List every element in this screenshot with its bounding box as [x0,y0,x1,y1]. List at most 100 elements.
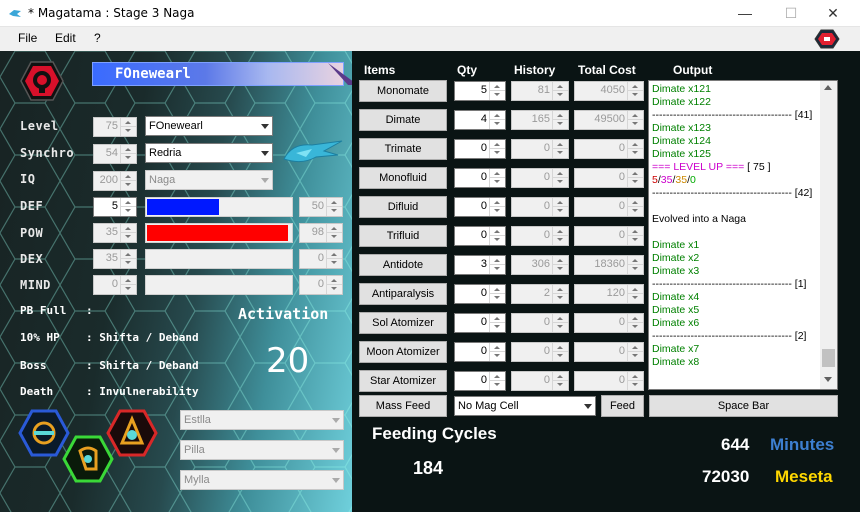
boss-trigger-label: Boss [20,359,47,372]
item-button[interactable]: Moon Atomizer [359,341,447,363]
space-bar-button[interactable]: Space Bar [649,395,838,417]
history-spinner[interactable]: 81 [511,81,569,101]
feed-button[interactable]: Feed [601,395,644,417]
section-id-select[interactable]: Redria [145,143,273,163]
output-line: ----------------------------------------… [652,109,813,121]
qty-spinner[interactable]: 4 [454,110,506,130]
qty-spinner[interactable]: 5 [454,81,506,101]
qty-spinner[interactable]: 0 [454,197,506,217]
def-progress-spinner[interactable]: 50 [299,197,343,217]
history-spinner[interactable]: 0 [511,313,569,333]
def-spinner[interactable]: 5 [93,197,137,217]
history-spinner[interactable]: 2 [511,284,569,304]
menu-bar: File Edit ? [0,27,860,51]
mag-type-select[interactable]: Naga [145,170,273,190]
history-spinner[interactable]: 306 [511,255,569,275]
history-spinner[interactable]: 0 [511,342,569,362]
dex-spinner[interactable]: 35 [93,249,137,269]
mind-spinner[interactable]: 0 [93,275,137,295]
total-cost-spinner[interactable]: 0 [574,226,644,246]
close-button[interactable]: ✕ [810,0,856,27]
item-button[interactable]: Monomate [359,80,447,102]
mag-cell-select[interactable]: No Mag Cell [454,396,596,416]
pow-progress-spinner[interactable]: 98 [299,223,343,243]
output-line: Dimate x8 [652,356,700,368]
history-spinner[interactable]: 0 [511,371,569,391]
feeding-cycles-value: 184 [413,458,444,478]
menu-file[interactable]: File [18,31,37,45]
output-log[interactable]: Dimate x121 Dimate x122 ------------------… [648,80,838,390]
synchro-spinner[interactable]: 54 [93,144,137,164]
qty-spinner[interactable]: 0 [454,371,506,391]
total-cost-spinner[interactable]: 0 [574,168,644,188]
minimize-button[interactable]: — [722,0,768,27]
menu-help[interactable]: ? [94,31,101,45]
total-cost-spinner[interactable]: 0 [574,342,644,362]
level-label: Level [20,119,59,133]
qty-spinner[interactable]: 3 [454,255,506,275]
level-spinner[interactable]: 75 [93,117,137,137]
mag-panel: FOnewearl Level 75 FOnewearl Synchro 54 … [0,51,352,512]
item-button[interactable]: Trimate [359,138,447,160]
item-button[interactable]: Dimate [359,109,447,131]
pb-slot-2-select[interactable]: Pilla [180,440,344,460]
chevron-down-icon [261,151,269,156]
item-button[interactable]: Star Atomizer [359,370,447,392]
activation-value: 20 [266,341,310,381]
qty-spinner[interactable]: 0 [454,168,506,188]
pb-slot-1-select[interactable]: Estlla [180,410,344,430]
menu-edit[interactable]: Edit [55,31,76,45]
minutes-value: 644 [721,435,750,454]
mass-feed-button[interactable]: Mass Feed [359,395,447,417]
item-button[interactable]: Trifluid [359,225,447,247]
qty-spinner[interactable]: 0 [454,313,506,333]
history-spinner[interactable]: 0 [511,139,569,159]
pow-spinner[interactable]: 35 [93,223,137,243]
total-cost-spinner[interactable]: 0 [574,313,644,333]
pb-slot-3-select[interactable]: Mylla [180,470,344,490]
stat-part: 35 [660,174,673,186]
qty-spinner[interactable]: 0 [454,284,506,304]
output-scrollbar[interactable] [820,81,837,389]
total-cost-spinner[interactable]: 0 [574,139,644,159]
iq-spinner[interactable]: 200 [93,171,137,191]
app-emblem-icon [814,29,840,49]
output-line: === LEVEL UP === [ 75 ] [652,161,771,173]
title-bar: * Magatama : Stage 3 Naga — ☐ ✕ [0,0,860,27]
mind-label: MIND [20,278,51,292]
history-spinner[interactable]: 165 [511,110,569,130]
hp-trigger-label: 10% HP [20,331,60,344]
photon-blast-icons [18,409,158,483]
mag-name-select[interactable]: FOnewearl [145,116,273,136]
total-cost-spinner[interactable]: 4050 [574,81,644,101]
mind-progress-bar [145,275,293,295]
dex-progress-spinner[interactable]: 0 [299,249,343,269]
mag-creature-icon [283,140,343,163]
mind-progress-spinner[interactable]: 0 [299,275,343,295]
chevron-down-icon [332,478,340,483]
item-button[interactable]: Sol Atomizer [359,312,447,334]
total-cost-spinner[interactable]: 0 [574,371,644,391]
history-header: History [514,63,556,77]
total-cost-spinner[interactable]: 0 [574,197,644,217]
scroll-up-icon[interactable] [824,85,832,90]
qty-spinner[interactable]: 0 [454,226,506,246]
output-line: ----------------------------------------… [652,330,807,342]
output-line: Dimate x6 [652,317,700,329]
mag-name: FOnewearl [115,66,191,82]
qty-spinner[interactable]: 0 [454,342,506,362]
maximize-button[interactable]: ☐ [768,0,814,27]
total-cost-spinner[interactable]: 49500 [574,110,644,130]
item-button[interactable]: Monofluid [359,167,447,189]
item-button[interactable]: Difluid [359,196,447,218]
qty-spinner[interactable]: 0 [454,139,506,159]
item-button[interactable]: Antidote [359,254,447,276]
total-cost-spinner[interactable]: 120 [574,284,644,304]
history-spinner[interactable]: 0 [511,197,569,217]
scrollbar-thumb[interactable] [822,349,835,367]
scroll-down-icon[interactable] [824,377,832,382]
history-spinner[interactable]: 0 [511,168,569,188]
history-spinner[interactable]: 0 [511,226,569,246]
item-button[interactable]: Antiparalysis [359,283,447,305]
total-cost-spinner[interactable]: 18360 [574,255,644,275]
